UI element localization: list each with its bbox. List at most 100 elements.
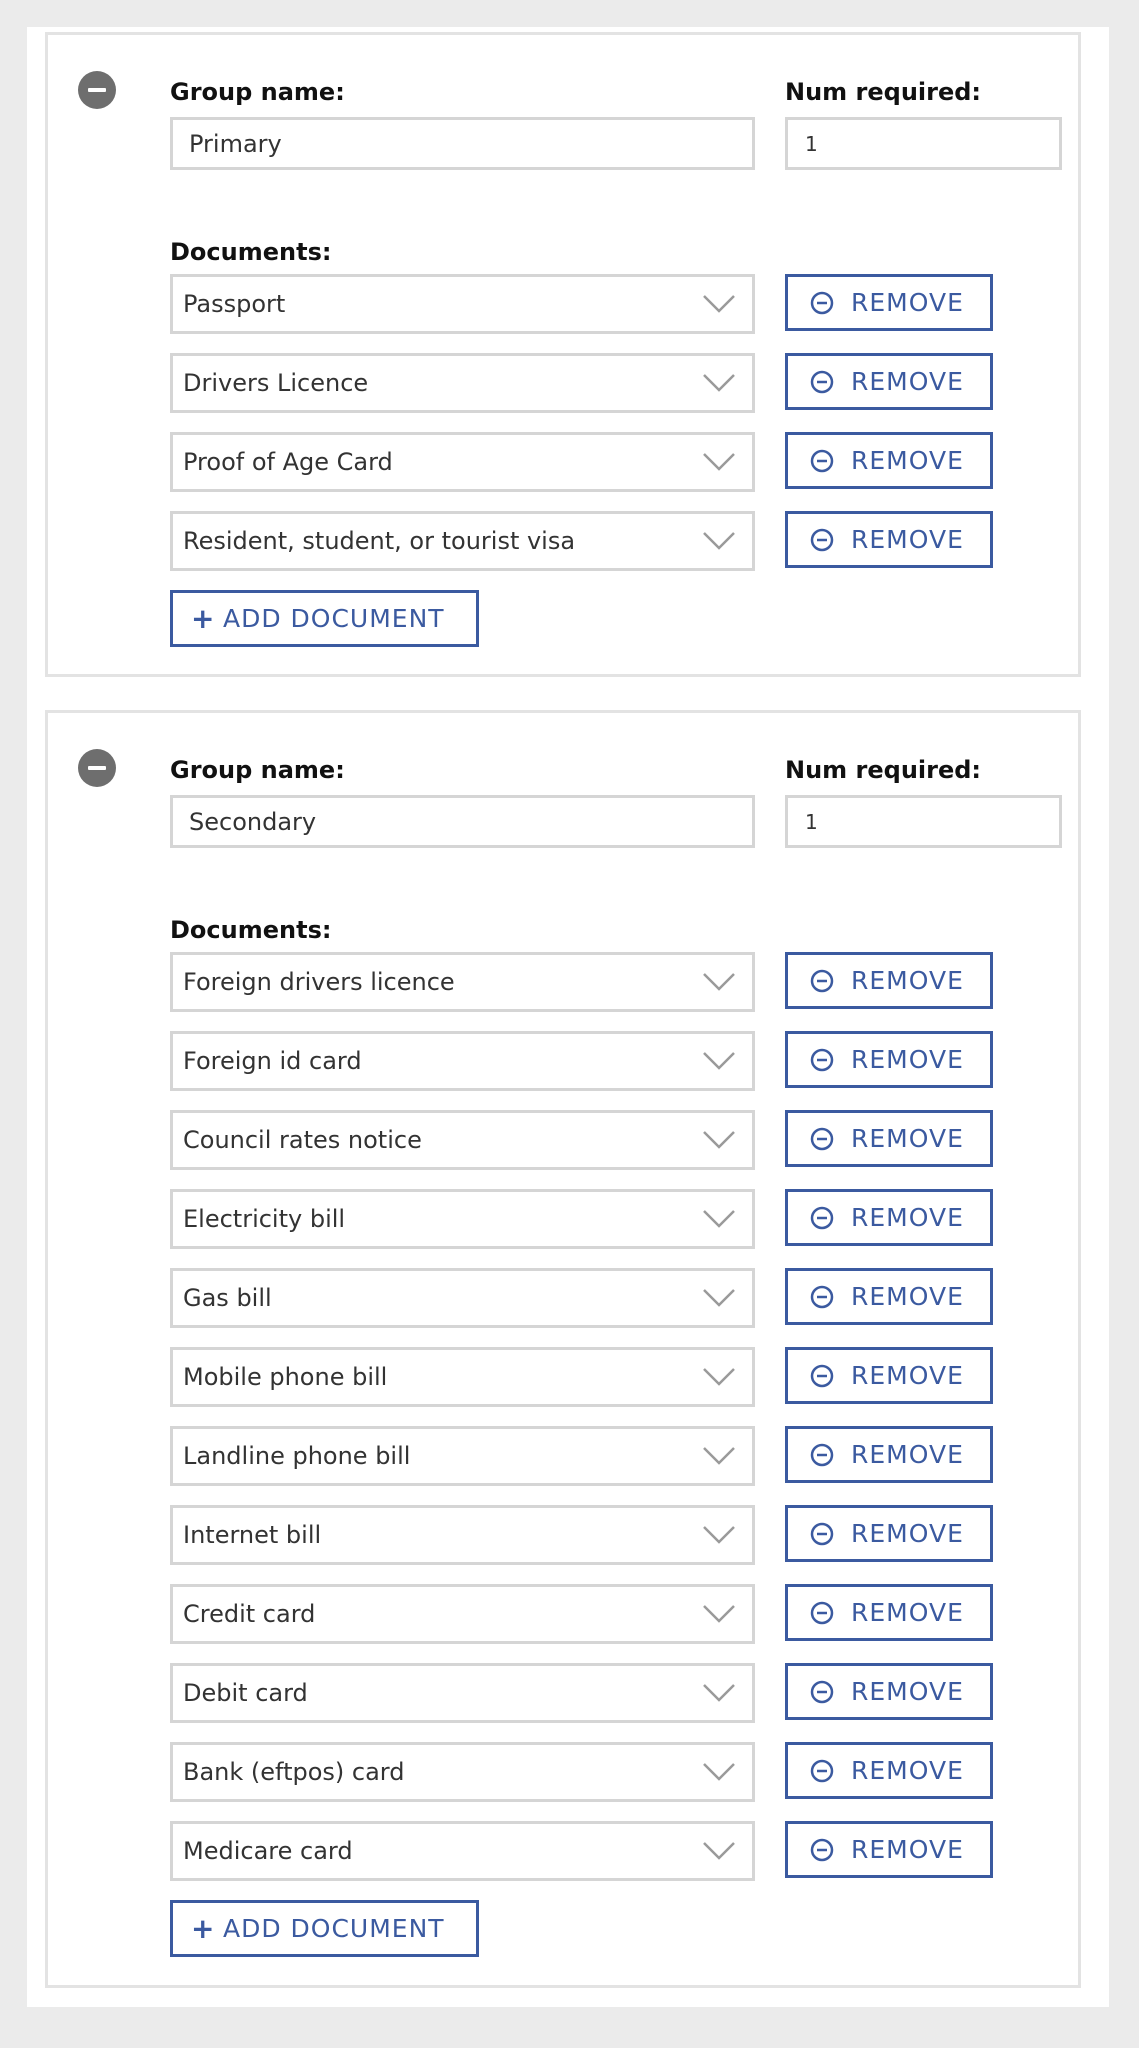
document-select[interactable]: Landline phone bill [170,1426,755,1486]
num-required-input[interactable] [785,795,1062,848]
remove-document-button[interactable]: REMOVE [785,1505,993,1562]
document-select-value: Council rates notice [183,1126,422,1154]
remove-document-button[interactable]: REMOVE [785,353,993,410]
remove-document-button[interactable]: REMOVE [785,432,993,489]
remove-document-button[interactable]: REMOVE [785,1584,993,1641]
document-select[interactable]: Council rates notice [170,1110,755,1170]
document-row: Resident, student, or tourist visa REMOV… [170,511,1000,571]
document-group: Group name: Num required: Documents: Pas… [45,32,1081,677]
document-select-value: Gas bill [183,1284,272,1312]
document-select-value: Mobile phone bill [183,1363,388,1391]
remove-document-button[interactable]: REMOVE [785,1110,993,1167]
page: Group name: Num required: Documents: Pas… [27,27,1109,2007]
document-select[interactable]: Electricity bill [170,1189,755,1249]
document-select-value: Internet bill [183,1521,322,1549]
chevron-down-icon [703,532,735,550]
document-row: Foreign drivers licence REMOVE [170,952,1000,1012]
minus-circle-outline-icon [810,1838,834,1862]
remove-document-button[interactable]: REMOVE [785,952,993,1009]
document-group: Group name: Num required: Documents: For… [45,710,1081,1988]
document-row: Bank (eftpos) card REMOVE [170,1742,1000,1802]
num-required-input[interactable] [785,117,1062,170]
document-select[interactable]: Debit card [170,1663,755,1723]
document-select[interactable]: Proof of Age Card [170,432,755,492]
remove-group-icon[interactable] [78,749,116,787]
documents-label: Documents: [170,238,332,266]
remove-label: REMOVE [851,525,964,554]
remove-document-button[interactable]: REMOVE [785,1031,993,1088]
document-select[interactable]: Medicare card [170,1821,755,1881]
document-select-value: Bank (eftpos) card [183,1758,405,1786]
remove-label: REMOVE [851,1124,964,1153]
document-row: Passport REMOVE [170,274,1000,334]
document-select[interactable]: Drivers Licence [170,353,755,413]
document-row: Gas bill REMOVE [170,1268,1000,1328]
document-select-value: Electricity bill [183,1205,346,1233]
chevron-down-icon [703,1289,735,1307]
minus-circle-outline-icon [810,370,834,394]
add-document-label: ADD DOCUMENT [223,604,445,633]
chevron-down-icon [703,374,735,392]
plus-icon: + [191,602,215,635]
document-select[interactable]: Credit card [170,1584,755,1644]
remove-label: REMOVE [851,288,964,317]
chevron-down-icon [703,295,735,313]
document-select[interactable]: Mobile phone bill [170,1347,755,1407]
group-name-input[interactable] [170,117,755,170]
chevron-down-icon [703,1605,735,1623]
remove-label: REMOVE [851,1282,964,1311]
document-select[interactable]: Internet bill [170,1505,755,1565]
minus-circle-outline-icon [810,969,834,993]
remove-document-button[interactable]: REMOVE [785,1821,993,1878]
minus-circle-outline-icon [810,1285,834,1309]
remove-document-button[interactable]: REMOVE [785,1426,993,1483]
document-select[interactable]: Passport [170,274,755,334]
remove-label: REMOVE [851,966,964,995]
remove-label: REMOVE [851,1361,964,1390]
remove-document-button[interactable]: REMOVE [785,1347,993,1404]
remove-document-button[interactable]: REMOVE [785,1663,993,1720]
remove-document-button[interactable]: REMOVE [785,274,993,331]
document-select[interactable]: Foreign id card [170,1031,755,1091]
chevron-down-icon [703,1763,735,1781]
remove-label: REMOVE [851,1203,964,1232]
group-name-label: Group name: [170,756,345,784]
num-required-label: Num required: [785,756,982,784]
document-row: Council rates notice REMOVE [170,1110,1000,1170]
add-document-button[interactable]: + ADD DOCUMENT [170,590,479,647]
remove-document-button[interactable]: REMOVE [785,1268,993,1325]
document-select[interactable]: Gas bill [170,1268,755,1328]
document-row: Proof of Age Card REMOVE [170,432,1000,492]
chevron-down-icon [703,1368,735,1386]
group-name-label: Group name: [170,78,345,106]
minus-circle-outline-icon [810,1680,834,1704]
remove-document-button[interactable]: REMOVE [785,1742,993,1799]
document-row: Credit card REMOVE [170,1584,1000,1644]
document-row: Electricity bill REMOVE [170,1189,1000,1249]
document-select[interactable]: Resident, student, or tourist visa [170,511,755,571]
document-select-value: Foreign id card [183,1047,362,1075]
remove-label: REMOVE [851,1440,964,1469]
chevron-down-icon [703,453,735,471]
document-select-value: Foreign drivers licence [183,968,455,996]
document-select-value: Passport [183,290,286,318]
num-required-label: Num required: [785,78,982,106]
document-row: Mobile phone bill REMOVE [170,1347,1000,1407]
minus-circle-outline-icon [810,1759,834,1783]
minus-circle-outline-icon [810,528,834,552]
remove-group-icon[interactable] [78,71,116,109]
minus-circle-outline-icon [810,449,834,473]
chevron-down-icon [703,1842,735,1860]
minus-circle-outline-icon [810,1127,834,1151]
minus-circle-outline-icon [810,1364,834,1388]
remove-document-button[interactable]: REMOVE [785,511,993,568]
remove-label: REMOVE [851,1045,964,1074]
remove-document-button[interactable]: REMOVE [785,1189,993,1246]
remove-label: REMOVE [851,1519,964,1548]
document-select[interactable]: Bank (eftpos) card [170,1742,755,1802]
plus-icon: + [191,1912,215,1945]
document-select[interactable]: Foreign drivers licence [170,952,755,1012]
chevron-down-icon [703,1684,735,1702]
add-document-button[interactable]: + ADD DOCUMENT [170,1900,479,1957]
group-name-input[interactable] [170,795,755,848]
